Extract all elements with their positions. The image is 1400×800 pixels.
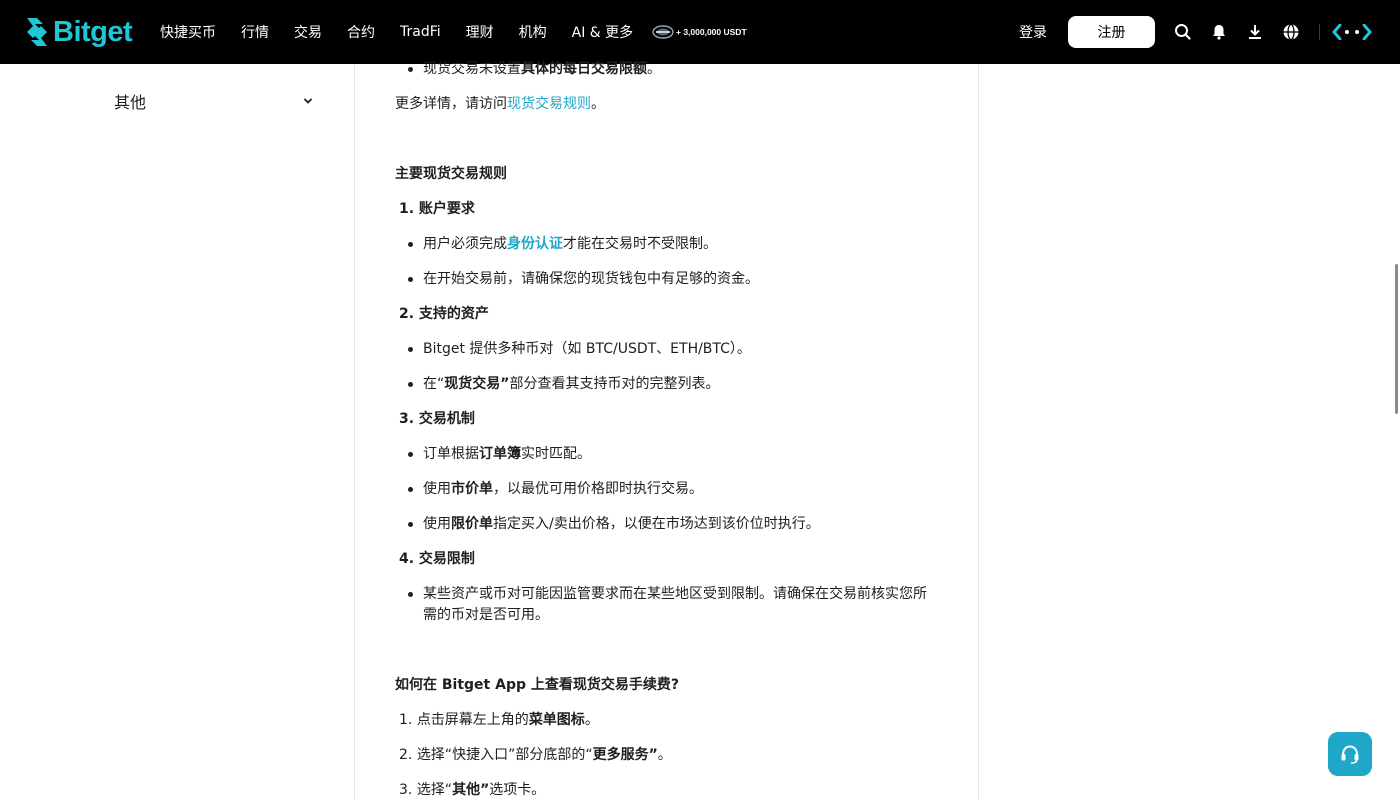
- nav-markets[interactable]: 行情: [241, 22, 269, 42]
- text: 实时匹配。: [521, 446, 591, 462]
- step-item: 1. 点击屏幕左上角的菜单图标。: [399, 710, 599, 730]
- list-item: Bitget 提供多种币对（如 BTC/USDT、ETH/BTC）。: [408, 341, 751, 357]
- nav-tradfi[interactable]: TradFi: [400, 24, 441, 40]
- text: 使用: [423, 516, 451, 532]
- section-heading: 如何在 Bitget App 上查看现货交易手续费?: [395, 677, 679, 693]
- step-number: 2.: [399, 747, 413, 763]
- main-nav: 快捷买币 行情 交易 合约 TradFi 理财 机构 AI & 更多: [160, 0, 658, 64]
- text: 使用: [423, 481, 451, 497]
- text: 订单根据: [423, 446, 479, 462]
- text: 点击屏幕左上角的: [416, 712, 529, 728]
- globe-icon[interactable]: [1281, 22, 1301, 42]
- nav-futures[interactable]: 合约: [347, 22, 375, 42]
- step-number: 3.: [399, 782, 413, 798]
- bitget-logo-icon: [27, 18, 47, 46]
- details-paragraph: 更多详情，请访问现货交易规则。: [395, 94, 605, 114]
- logo-text: Bitget: [53, 16, 133, 48]
- list-item: 现货交易未设置具体的每日交易限额。: [408, 59, 661, 79]
- bold-text: 其他”: [452, 782, 490, 798]
- bitget-logo[interactable]: Bitget: [24, 16, 133, 48]
- section-heading: 主要现货交易规则: [395, 166, 507, 182]
- step-number: 1.: [399, 712, 413, 728]
- sidebar-item-other[interactable]: 其他: [114, 88, 314, 114]
- text: 选项卡。: [489, 782, 546, 798]
- list-item: 某些资产或币对可能因监管要求而在某些地区受到限制。请确保在交易前核实您所: [408, 586, 927, 602]
- list-item: 在开始交易前，请确保您的现货钱包中有足够的资金。: [408, 271, 759, 287]
- chevron-down-icon: [304, 98, 312, 104]
- nav-institutional[interactable]: 机构: [519, 22, 547, 42]
- spot-rules-link[interactable]: 现货交易规则: [507, 96, 591, 112]
- text: 指定买入/卖出价格，以便在市场达到该价位时执行。: [493, 516, 820, 532]
- promo-badge-icon: [652, 25, 674, 39]
- text: 。: [647, 61, 661, 77]
- text: ，以最优可用价格即时执行交易。: [493, 481, 703, 497]
- subsection-heading: 3. 交易机制: [399, 411, 475, 427]
- bold-text: 更多服务”: [592, 747, 658, 763]
- text: 现货交易未设置: [423, 61, 521, 77]
- headset-icon: [1341, 745, 1359, 764]
- text: 用户必须完成: [423, 236, 507, 252]
- kyc-link[interactable]: 身份认证: [507, 236, 563, 252]
- text: 部分查看其支持币对的完整列表。: [509, 376, 720, 392]
- nav-earn[interactable]: 理财: [466, 22, 494, 42]
- bold-text: 现货交易”: [444, 376, 510, 392]
- text: 选择“快捷入口”部分底部的“: [416, 747, 593, 763]
- bold-text: 订单簿: [479, 446, 521, 462]
- text: 。: [584, 712, 599, 728]
- nav-trade[interactable]: 交易: [294, 22, 322, 42]
- top-nav-bar: Bitget 快捷买币 行情 交易 合约 TradFi 理财 机构 AI & 更…: [0, 0, 1400, 64]
- list-item: 在“现货交易”部分查看其支持币对的完整列表。: [407, 374, 720, 394]
- bold-text: 市价单: [451, 481, 493, 497]
- bold-text: 具体的每日交易限额: [521, 61, 647, 77]
- subsection-heading: 4. 交易限制: [399, 551, 475, 567]
- brand-arrows-icon[interactable]: [1332, 24, 1372, 40]
- register-button[interactable]: 注册: [1068, 16, 1155, 48]
- text: 更多详情，请访问: [395, 96, 507, 112]
- text: 才能在交易时不受限制。: [563, 236, 717, 252]
- list-item: 订单根据订单簿实时匹配。: [408, 444, 591, 464]
- login-link[interactable]: 登录: [1019, 22, 1047, 42]
- customer-support-button[interactable]: [1328, 732, 1372, 776]
- text: 选择“: [416, 782, 453, 798]
- search-icon[interactable]: [1173, 22, 1193, 42]
- page-scrollbar[interactable]: [1395, 264, 1398, 414]
- subsection-heading: 2. 支持的资产: [399, 306, 489, 322]
- list-item-continuation: 需的币对是否可用。: [423, 607, 549, 623]
- subsection-heading: 1. 账户要求: [399, 201, 475, 217]
- list-item: 用户必须完成身份认证才能在交易时不受限制。: [408, 234, 717, 254]
- header-divider: [1319, 24, 1320, 40]
- text: 。: [657, 747, 672, 763]
- bell-icon[interactable]: [1209, 22, 1229, 42]
- list-item: 使用限价单指定买入/卖出价格，以便在市场达到该价位时执行。: [408, 514, 820, 534]
- text: 。: [591, 96, 605, 112]
- promo-text: + 3,000,000 USDT: [676, 27, 747, 37]
- bold-text: 限价单: [451, 516, 493, 532]
- download-icon[interactable]: [1245, 22, 1265, 42]
- nav-ai-more[interactable]: AI & 更多: [572, 22, 634, 42]
- step-item: 2. 选择“快捷入口”部分底部的“更多服务”。: [399, 745, 672, 765]
- sidebar-item-label: 其他: [114, 93, 147, 112]
- promo-banner[interactable]: + 3,000,000 USDT: [652, 22, 747, 42]
- bold-text: 菜单图标: [528, 712, 585, 728]
- nav-quick-buy[interactable]: 快捷买币: [160, 22, 216, 42]
- list-item: 使用市价单，以最优可用价格即时执行交易。: [408, 479, 703, 499]
- step-item: 3. 选择“其他”选项卡。: [399, 780, 545, 800]
- text: 在“: [423, 376, 445, 392]
